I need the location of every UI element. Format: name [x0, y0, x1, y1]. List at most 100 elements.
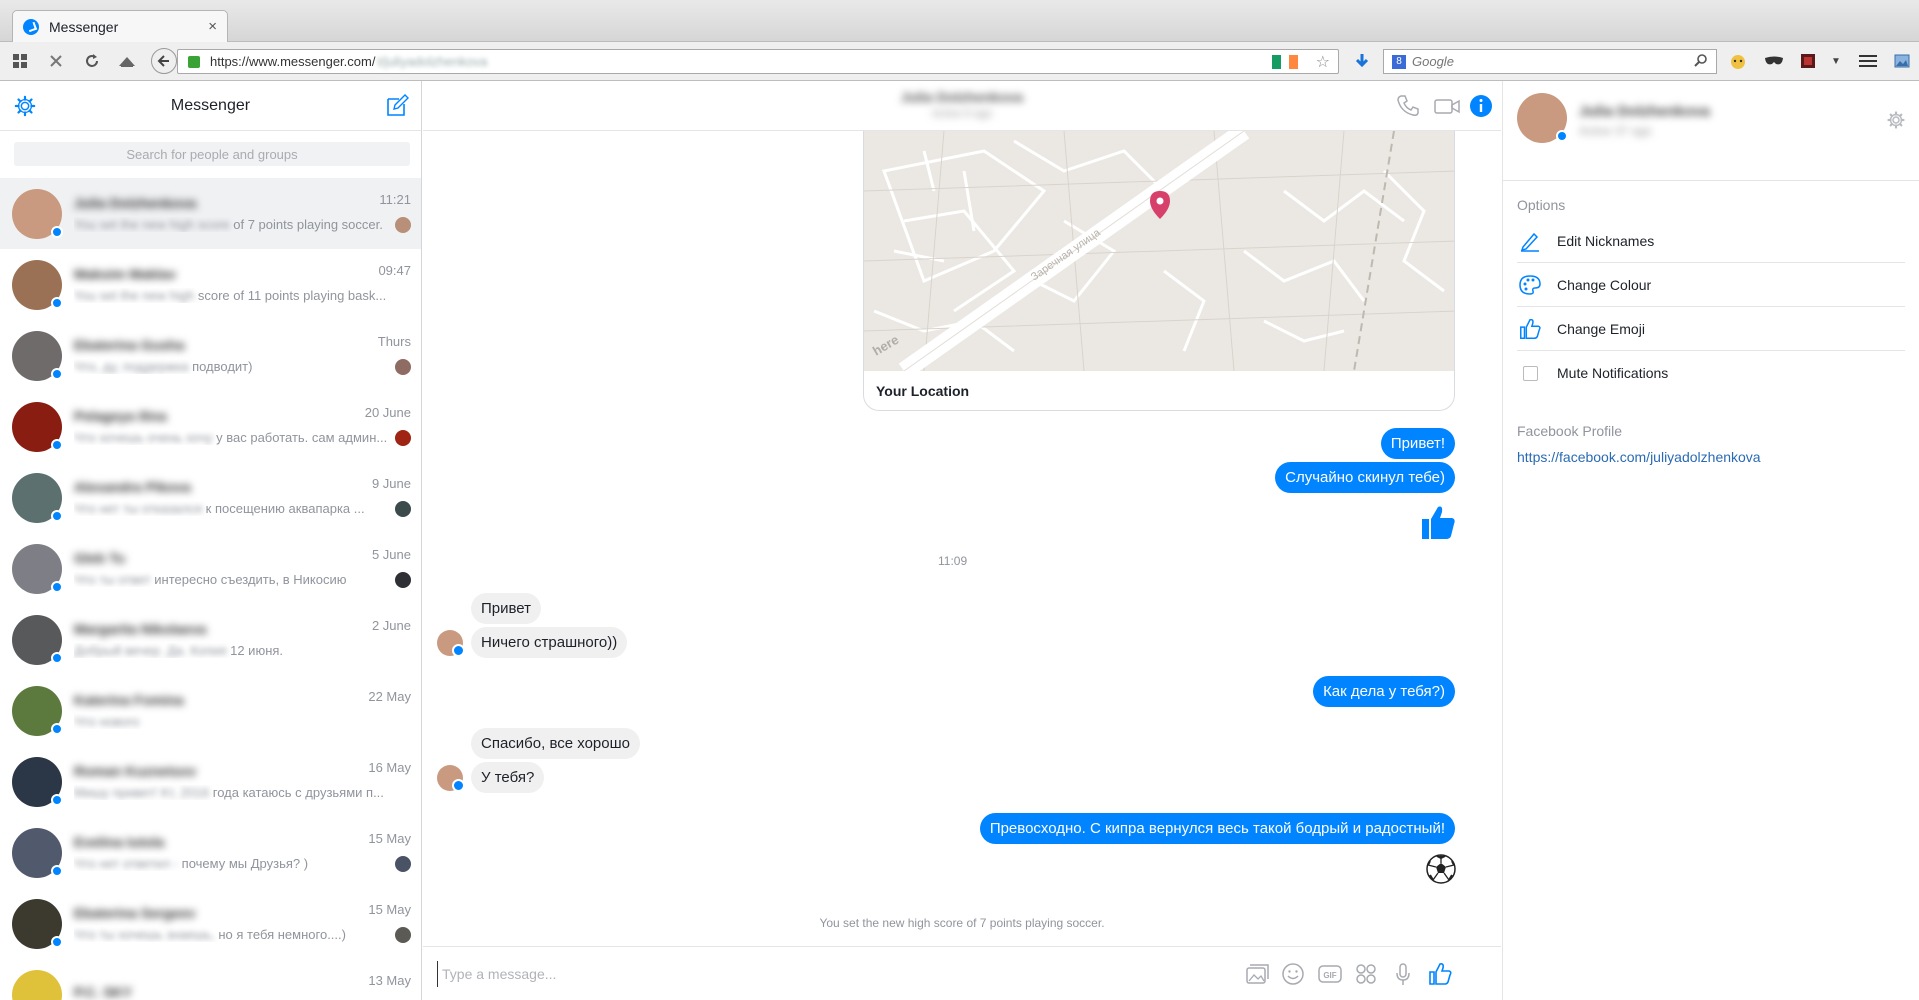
- read-receipt-avatar: [395, 359, 411, 375]
- message-timestamp: 11:09: [938, 554, 968, 568]
- message-incoming[interactable]: Привет: [471, 593, 542, 624]
- conversation-time: 20 June: [364, 405, 411, 420]
- mute-notifications-option[interactable]: Mute Notifications: [1517, 351, 1905, 395]
- snippet-visible-part: почему мы Друзья? ): [178, 856, 309, 871]
- extension-face-icon[interactable]: [1726, 50, 1750, 72]
- location-map-card[interactable]: Заречная улица here Your Location: [863, 131, 1455, 411]
- info-contact-name[interactable]: Julia Dolzhenkova: [1579, 103, 1710, 120]
- dropdown-chevron-icon[interactable]: ▼: [1824, 50, 1848, 72]
- change-colour-option[interactable]: Change Colour: [1517, 263, 1905, 307]
- new-message-compose-icon[interactable]: [385, 94, 409, 118]
- settings-gear-icon[interactable]: [14, 95, 36, 117]
- search-engine-box[interactable]: 8 Google: [1383, 49, 1717, 74]
- option-label: Change Emoji: [1557, 320, 1645, 337]
- microphone-icon[interactable]: [1390, 961, 1416, 987]
- conversation-avatar[interactable]: [12, 614, 63, 665]
- message-incoming[interactable]: У тебя?: [471, 762, 545, 793]
- conversation-avatar[interactable]: [12, 685, 63, 736]
- soccer-ball-icon[interactable]: [1425, 853, 1457, 885]
- red-extension-icon[interactable]: [1796, 50, 1820, 72]
- gif-icon[interactable]: GIF: [1317, 961, 1343, 987]
- conversation-item[interactable]: Maksim Maklav You set the new high score…: [0, 249, 421, 320]
- edit-nicknames-option[interactable]: Edit Nicknames: [1517, 219, 1905, 263]
- conversation-avatar[interactable]: [12, 401, 63, 452]
- conversation-avatar[interactable]: [12, 827, 63, 878]
- snippet-blurred-part: Что, ду, поддержка: [74, 359, 189, 374]
- conversation-avatar[interactable]: [12, 188, 63, 239]
- conversation-info-icon[interactable]: [1468, 93, 1494, 119]
- conversation-item[interactable]: Katerina Fomina Что нового 22 May: [0, 675, 421, 746]
- snippet-visible-part: но я тебя немного....): [214, 927, 346, 942]
- message-incoming[interactable]: Спасибо, все хорошо: [471, 728, 640, 759]
- phone-call-icon[interactable]: [1395, 93, 1421, 119]
- conversation-item[interactable]: Gleb Tu Что ты ответ интересно съездить,…: [0, 533, 421, 604]
- game-score-notice: You set the new high score of 7 points p…: [819, 916, 1105, 930]
- conversation-item[interactable]: Julia Dolzhenkova You set the new high s…: [0, 178, 421, 249]
- chat-contact-status: Active 8 ago: [931, 108, 993, 120]
- tab-close-icon[interactable]: ×: [208, 18, 217, 35]
- conversation-item[interactable]: Ekaterina Sergeev Что ты хочешь знаешь, …: [0, 888, 421, 959]
- download-icon[interactable]: [1350, 50, 1374, 72]
- conversation-avatar[interactable]: [12, 472, 63, 523]
- search-people-input[interactable]: Search for people and groups: [14, 142, 410, 166]
- change-emoji-option[interactable]: Change Emoji: [1517, 307, 1905, 351]
- mask-extension-icon[interactable]: [1762, 50, 1786, 72]
- conversation-item[interactable]: Evelina Iutola Что нет ответил - почему …: [0, 817, 421, 888]
- message-input[interactable]: [437, 961, 1217, 987]
- photo-upload-icon[interactable]: [1243, 961, 1269, 987]
- conversation-item[interactable]: Pelageya Ilina Что хочешь очень хочу у в…: [0, 391, 421, 462]
- conversation-avatar[interactable]: [12, 756, 63, 807]
- browser-tab-messenger[interactable]: Messenger ×: [12, 10, 228, 42]
- video-call-icon[interactable]: [1433, 93, 1461, 119]
- sender-avatar[interactable]: [437, 630, 465, 657]
- info-settings-gear-icon[interactable]: [1887, 111, 1905, 129]
- messenger-badge-icon: [51, 438, 63, 451]
- reload-icon[interactable]: [80, 50, 104, 72]
- conversation-avatar[interactable]: [12, 259, 63, 310]
- messenger-badge-icon: [51, 367, 63, 380]
- apps-grid-icon[interactable]: [8, 50, 32, 72]
- message-outgoing[interactable]: Превосходно. С кипра вернулся весь такой…: [979, 813, 1455, 844]
- conversation-name: Roman Kuznetsov: [74, 763, 197, 779]
- picture-icon[interactable]: [1890, 50, 1914, 72]
- message-incoming[interactable]: Ничего страшного)): [471, 627, 628, 658]
- conversation-item[interactable]: P.C. SKY 13 May: [0, 959, 421, 1000]
- option-label: Edit Nicknames: [1557, 232, 1655, 249]
- home-icon[interactable]: [115, 50, 139, 72]
- conversation-avatar[interactable]: [12, 543, 63, 594]
- messenger-badge-icon: [51, 225, 63, 238]
- emoji-smiley-icon[interactable]: [1280, 961, 1306, 987]
- conversation-item[interactable]: Roman Kuznetsov Мишу привет! Кт, 2016 го…: [0, 746, 421, 817]
- back-arrow-icon[interactable]: [151, 48, 177, 74]
- info-contact-avatar[interactable]: [1517, 93, 1568, 143]
- chat-contact-name[interactable]: Julia Dolzhenkova: [423, 89, 1501, 105]
- message-outgoing[interactable]: Как дела у тебя?): [1313, 676, 1455, 707]
- sticker-grid-icon[interactable]: [1353, 961, 1379, 987]
- message-outgoing[interactable]: Случайно скинул тебе): [1275, 462, 1455, 493]
- send-like-thumbs-up-icon[interactable]: [1427, 961, 1453, 987]
- conversation-avatar[interactable]: [12, 898, 63, 949]
- conversation-name: Margarita Nikolaeva: [74, 621, 207, 637]
- bookmark-star-icon[interactable]: ☆: [1316, 52, 1330, 72]
- location-map-image[interactable]: Заречная улица here: [864, 131, 1454, 379]
- mute-notifications-checkbox[interactable]: [1522, 365, 1538, 381]
- sidebar-title: Messenger: [170, 96, 251, 114]
- conversation-item[interactable]: Margarita Nikolaeva Добрый вечер. Да. Ко…: [0, 604, 421, 675]
- conversation-meta: Maksim Maklav You set the new high score…: [74, 266, 409, 303]
- conversation-avatar[interactable]: [12, 969, 62, 1000]
- search-icon[interactable]: [1694, 53, 1708, 70]
- thumbs-up-like-icon[interactable]: [1418, 502, 1458, 542]
- sender-avatar[interactable]: [437, 765, 465, 792]
- conversation-item[interactable]: Ekaterina Gusha Что, ду, поддержка подво…: [0, 320, 421, 391]
- conversation-item[interactable]: Alexandra Pikova Что нет ты отказался к …: [0, 462, 421, 533]
- menu-hamburger-icon[interactable]: [1856, 50, 1880, 72]
- address-bar[interactable]: https://www.messenger.com/ t/juliyadolzh…: [177, 49, 1339, 74]
- message-outgoing[interactable]: Привет!: [1380, 428, 1455, 459]
- conversation-avatar[interactable]: [12, 330, 63, 381]
- stop-icon[interactable]: [44, 50, 68, 72]
- svg-text:GIF: GIF: [1323, 971, 1336, 980]
- facebook-profile-link[interactable]: https://facebook.com/juliyadolzhenkova: [1503, 449, 1919, 465]
- snippet-visible-part: of 7 points playing soccer.: [229, 217, 383, 232]
- snippet-visible-part: к посещению аквапарка ...: [202, 501, 365, 516]
- conversation-name: Ekaterina Sergeev: [74, 905, 196, 921]
